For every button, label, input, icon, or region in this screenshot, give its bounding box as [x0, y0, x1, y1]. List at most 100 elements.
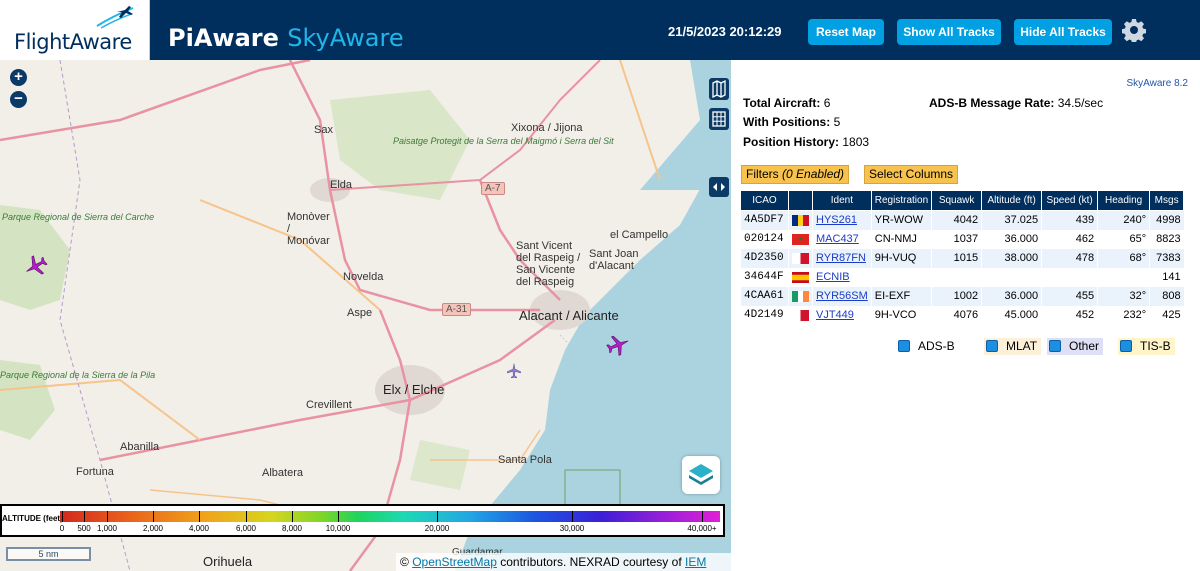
altitude-tick-mark: [572, 511, 573, 522]
source-legend-item[interactable]: MLAT: [984, 338, 1042, 355]
cell-ident[interactable]: RYR87FN: [812, 248, 872, 268]
altitude-tick-label: 2,000: [142, 524, 164, 533]
total-aircraft-label: Total Aircraft:: [743, 96, 821, 110]
layers-icon: [689, 464, 713, 485]
flag-spain-icon: [788, 267, 813, 287]
zoom-in-button[interactable]: +: [10, 69, 27, 86]
iem-link[interactable]: IEM: [685, 555, 706, 569]
message-rate-label: ADS-B Message Rate:: [929, 96, 1055, 110]
header-bar: FlightAware PiAware SkyAware 21/5/2023 2…: [0, 0, 1200, 60]
reset-map-button[interactable]: Reset Map: [808, 19, 884, 45]
scale-bar: 5 nm: [6, 547, 91, 561]
altitude-tick-mark: [84, 511, 85, 522]
column-header[interactable]: Registration: [870, 190, 933, 211]
table-row[interactable]: 4D2350 RYR87FN 9H-VUQ 1015 38.000 478 68° 7383: [740, 248, 1184, 268]
clock: 21/5/2023 20:12:29: [668, 24, 782, 39]
aircraft-table-body: 4A5DF7 HYS261 YR-WOW 4042 37.025 439 240° 4998 0…: [740, 210, 1184, 325]
altitude-tick-label: 40,000+: [687, 524, 717, 533]
column-header[interactable]: [788, 190, 813, 211]
with-positions-value: 5: [833, 115, 841, 129]
cell-heading: 68°: [1097, 248, 1150, 268]
cell-ident[interactable]: HYS261: [812, 210, 872, 230]
cell-msgs: 141: [1149, 267, 1184, 287]
altitude-tick-label: 4,000: [188, 524, 210, 533]
cell-icao: 4CAA61: [740, 286, 789, 306]
map-icon[interactable]: [709, 78, 729, 100]
with-positions-stat: With Positions: 5: [743, 115, 840, 129]
cell-ident[interactable]: MAC437: [812, 229, 872, 249]
source-legend-label: ADS-B: [918, 339, 955, 353]
map-label-crevillent: Crevillent: [306, 399, 352, 411]
checkbox-icon[interactable]: [1120, 340, 1132, 352]
layers-button[interactable]: [682, 456, 720, 494]
column-header[interactable]: Heading: [1097, 190, 1151, 211]
checkbox-icon[interactable]: [898, 340, 910, 352]
cell-squawk: 1015: [931, 248, 982, 268]
cell-ident[interactable]: ECNIB: [812, 267, 872, 287]
hide-all-tracks-button[interactable]: Hide All Tracks: [1014, 19, 1112, 45]
app-title-sub: SkyAware: [287, 24, 404, 52]
map-label-xixona: Xixona / Jijona: [511, 122, 583, 134]
table-row[interactable]: 4CAA61 RYR56SM EI-EXF 1002 36.000 455 32° 808: [740, 286, 1184, 306]
altitude-color-bar: [60, 511, 720, 522]
cell-squawk: 4042: [931, 210, 982, 230]
altitude-tick-label: 10,000: [325, 524, 351, 533]
table-row[interactable]: 4D2149 VJT449 9H-VCO 4076 45.000 452 232° 425: [740, 305, 1184, 325]
table-row[interactable]: 4A5DF7 HYS261 YR-WOW 4042 37.025 439 240° 4998: [740, 210, 1184, 230]
column-header[interactable]: Altitude (ft): [981, 190, 1043, 211]
altitude-tick-label: 500: [77, 524, 91, 533]
cell-msgs: 8823: [1149, 229, 1184, 249]
altitude-tick-label: 6,000: [235, 524, 257, 533]
aircraft-marker[interactable]: [606, 333, 630, 357]
source-legend-item[interactable]: TIS-B: [1118, 338, 1175, 355]
map-label-a7: A-7: [481, 182, 505, 195]
cell-heading: 65°: [1097, 229, 1150, 249]
select-columns-button[interactable]: Select Columns: [864, 165, 959, 184]
checkbox-icon[interactable]: [986, 340, 998, 352]
cell-heading: 32°: [1097, 286, 1150, 306]
map-label-sax: Sax: [314, 124, 333, 136]
table-row[interactable]: 020124 MAC437 CN-NMJ 1037 36.000 462 65° 8823: [740, 229, 1184, 249]
checkbox-icon[interactable]: [1049, 340, 1061, 352]
position-history-label: Position History:: [743, 135, 840, 149]
column-header[interactable]: Msgs: [1149, 190, 1185, 211]
flag-morocco-icon: [788, 229, 813, 249]
grid-icon[interactable]: [709, 108, 729, 130]
openstreetmap-link[interactable]: OpenStreetMap: [412, 555, 497, 569]
flightaware-logo[interactable]: FlightAware: [0, 0, 150, 60]
expand-sidebar-icon[interactable]: [709, 177, 729, 197]
column-header[interactable]: Ident: [812, 190, 872, 211]
with-positions-label: With Positions:: [743, 115, 831, 129]
altitude-tick-mark: [153, 511, 154, 522]
gear-icon[interactable]: [1122, 18, 1146, 42]
zoom-out-button[interactable]: −: [10, 91, 27, 108]
map-label-elda: Elda: [330, 179, 353, 191]
column-header[interactable]: ICAO: [740, 190, 789, 211]
altitude-tick-mark: [246, 511, 247, 522]
table-row[interactable]: 34644F ECNIB 141: [740, 267, 1184, 287]
table-header-row: ICAO Ident Registration Squawk Altitude (ft)…: [740, 190, 1185, 211]
logo-text: FlightAware: [14, 30, 132, 54]
filters-button[interactable]: Filters (0 Enabled): [741, 165, 850, 184]
map-label-orihuela: Orihuela: [203, 554, 253, 569]
altitude-tick-label: 1,000: [96, 524, 118, 533]
source-legend-item[interactable]: Other: [1047, 338, 1104, 355]
aircraft-marker-small[interactable]: [506, 363, 522, 379]
column-header[interactable]: Squawk: [931, 190, 983, 211]
flag-romania-icon: [788, 210, 813, 230]
cell-msgs: 4998: [1149, 210, 1184, 230]
aircraft-marker[interactable]: [24, 254, 48, 278]
attribution-text: contributors. NEXRAD courtesy of: [500, 555, 682, 569]
map-label-santa-pola: Santa Pola: [498, 454, 552, 466]
cell-ident[interactable]: RYR56SM: [812, 286, 872, 306]
position-history-stat: Position History: 1803: [743, 135, 869, 149]
map-view[interactable]: Sax Xixona / Jijona Paisatge Protegit de…: [0, 60, 731, 571]
column-header[interactable]: Speed (kt): [1041, 190, 1099, 211]
source-legend-label: MLAT: [1006, 339, 1038, 353]
show-all-tracks-button[interactable]: Show All Tracks: [897, 19, 1001, 45]
source-legend-item[interactable]: ADS-B: [896, 338, 959, 355]
cell-squawk: 4076: [931, 305, 982, 325]
cell-ident[interactable]: VJT449: [812, 305, 872, 325]
map-label-monover: Monòver / Monóvar: [287, 211, 330, 247]
map-label-el-campello: el Campello: [610, 229, 669, 241]
